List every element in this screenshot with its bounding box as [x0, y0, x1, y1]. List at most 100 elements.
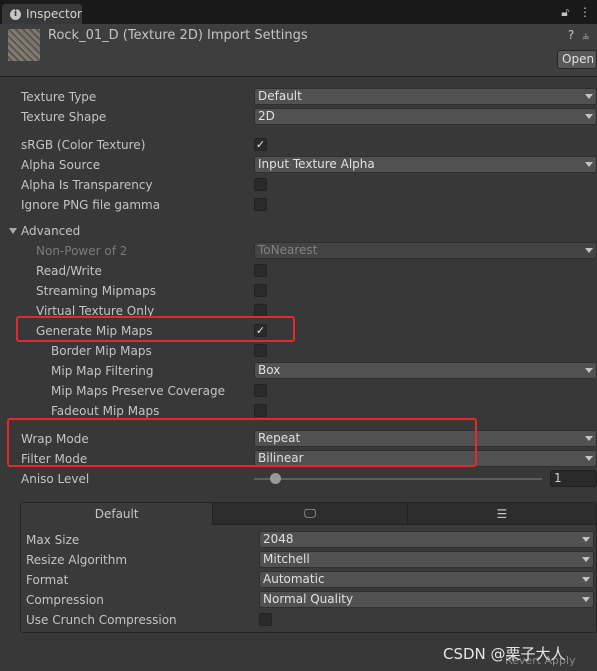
row-texture-type: Texture Type Default: [0, 87, 597, 107]
lock-icon[interactable]: 🔓︎: [561, 5, 569, 20]
texture-type-dropdown[interactable]: Default: [254, 88, 597, 105]
row-use-crunch-compression: Use Crunch Compression: [0, 610, 597, 630]
chevron-down-icon: [585, 94, 593, 99]
resize-algorithm-dropdown[interactable]: Mitchell: [259, 551, 594, 568]
ignore-png-file-gamma-checkbox[interactable]: [254, 198, 267, 211]
chevron-down-icon: [585, 162, 593, 167]
chevron-down-icon: [582, 597, 590, 602]
more-options-icon[interactable]: ⋮: [579, 5, 591, 20]
highlight-box: [16, 316, 295, 342]
row-aniso-level: Aniso Level 1: [0, 469, 597, 489]
field-label: Border Mip Maps: [51, 344, 152, 358]
row-format: Format Automatic: [0, 570, 597, 590]
fadeout-mip-maps-checkbox[interactable]: [254, 404, 267, 417]
tab-label: Default: [94, 507, 139, 521]
field-label: Fadeout Mip Maps: [51, 404, 160, 418]
page-title: Rock_01_D (Texture 2D) Import Settings: [48, 28, 308, 43]
dropdown-value: Box: [258, 363, 281, 377]
field-label: Read/Write: [36, 264, 102, 278]
field-label: Streaming Mipmaps: [36, 284, 157, 298]
tab-label: Inspector: [26, 7, 82, 21]
field-label: Mip Maps Preserve Coverage: [51, 384, 225, 398]
aniso-level-slider[interactable]: [254, 478, 542, 480]
alpha-source-dropdown[interactable]: Input Texture Alpha: [254, 156, 597, 173]
texture-shape-dropdown[interactable]: 2D: [254, 108, 597, 125]
row-texture-shape: Texture Shape 2D: [0, 107, 597, 127]
use-crunch-compression-checkbox[interactable]: [259, 613, 272, 626]
field-label: Non-Power of 2: [36, 244, 128, 258]
row-ignore-png-file-gamma: Ignore PNG file gamma: [0, 195, 597, 215]
tab-platform-default[interactable]: Default: [21, 503, 213, 525]
row-alpha-is-transparency: Alpha Is Transparency: [0, 175, 597, 195]
row-mip-map-filtering: Mip Map Filtering Box: [0, 361, 597, 381]
info-icon: i: [10, 8, 21, 20]
row-max-size: Max Size 2048: [0, 530, 597, 550]
preset-icon[interactable]: ⫨: [582, 28, 589, 43]
dropdown-value: Mitchell: [263, 552, 310, 566]
chevron-down-icon: [582, 557, 590, 562]
max-size-dropdown[interactable]: 2048: [259, 531, 594, 548]
tab-inspector[interactable]: i Inspector: [2, 4, 82, 24]
format-dropdown[interactable]: Automatic: [259, 571, 594, 588]
field-label: Texture Shape: [21, 110, 107, 124]
row-advanced: Advanced: [0, 221, 597, 241]
row-border-mip-maps: Border Mip Maps: [0, 341, 597, 361]
field-label: Use Crunch Compression: [26, 613, 177, 627]
row-resize-algorithm: Resize Algorithm Mitchell: [0, 550, 597, 570]
mip-map-filtering-dropdown[interactable]: Box: [254, 362, 597, 379]
inspector-header: Rock_01_D (Texture 2D) Import Settings ?…: [0, 24, 597, 77]
open-button[interactable]: Open: [557, 50, 597, 69]
field-label: Compression: [26, 593, 104, 607]
field-label: Aniso Level: [21, 472, 90, 486]
row-srgb-color-texture: sRGB (Color Texture) ✓: [0, 135, 597, 155]
chevron-down-icon: [585, 114, 593, 119]
monitor-icon: 🖵︎: [304, 506, 316, 520]
chevron-down-icon: [585, 368, 593, 373]
foldout-arrow-icon[interactable]: [9, 228, 17, 234]
tab-platform-server[interactable]: ☰: [406, 503, 596, 525]
aniso-level-input[interactable]: 1: [550, 470, 597, 487]
read-write-checkbox[interactable]: [254, 264, 267, 277]
srgb-color-texture-checkbox[interactable]: ✓: [254, 138, 267, 151]
checkmark-icon: ✓: [255, 138, 266, 151]
slider-handle[interactable]: [270, 473, 281, 484]
help-icon[interactable]: ?: [568, 28, 574, 43]
field-label: sRGB (Color Texture): [21, 138, 146, 152]
chevron-down-icon: [582, 577, 590, 582]
row-alpha-source: Alpha Source Input Texture Alpha: [0, 155, 597, 175]
chevron-down-icon: [585, 436, 593, 441]
texture-thumbnail: [8, 29, 40, 61]
dropdown-value: Automatic: [263, 572, 325, 586]
row-read-write: Read/Write: [0, 261, 597, 281]
server-icon: ☰: [496, 506, 508, 521]
mip-maps-preserve-coverage-checkbox[interactable]: [254, 384, 267, 397]
dropdown-value: 2D: [258, 109, 275, 123]
field-label: Advanced: [21, 224, 81, 238]
row-mip-maps-preserve-coverage: Mip Maps Preserve Coverage: [0, 381, 597, 401]
dropdown-value: Normal Quality: [263, 592, 354, 606]
chevron-down-icon: [585, 248, 593, 253]
field-label: Alpha Source: [21, 158, 101, 172]
watermark: CSDN @栗子大人: [443, 645, 566, 663]
dropdown-value: 2048: [263, 532, 294, 546]
border-mip-maps-checkbox[interactable]: [254, 344, 267, 357]
row-compression: Compression Normal Quality: [0, 590, 597, 610]
compression-dropdown[interactable]: Normal Quality: [259, 591, 594, 608]
field-label: Format: [26, 573, 69, 587]
chevron-down-icon: [585, 456, 593, 461]
row-non-power-of-2: Non-Power of 2 ToNearest: [0, 241, 597, 261]
field-label: Ignore PNG file gamma: [21, 198, 161, 212]
streaming-mipmaps-checkbox[interactable]: [254, 284, 267, 297]
dropdown-value: Input Texture Alpha: [258, 157, 375, 171]
non-power-of-2-dropdown[interactable]: ToNearest: [254, 242, 597, 259]
field-label: Max Size: [26, 533, 80, 547]
tab-platform-monitor[interactable]: 🖵︎: [212, 503, 407, 525]
dropdown-value: Default: [258, 89, 302, 103]
field-label: Resize Algorithm: [26, 553, 128, 567]
highlight-box: [7, 418, 477, 467]
tab-bar: i Inspector 🔓︎ ⋮: [0, 0, 597, 24]
alpha-is-transparency-checkbox[interactable]: [254, 178, 267, 191]
dropdown-value: ToNearest: [258, 243, 318, 257]
field-label: Mip Map Filtering: [51, 364, 154, 378]
chevron-down-icon: [582, 537, 590, 542]
